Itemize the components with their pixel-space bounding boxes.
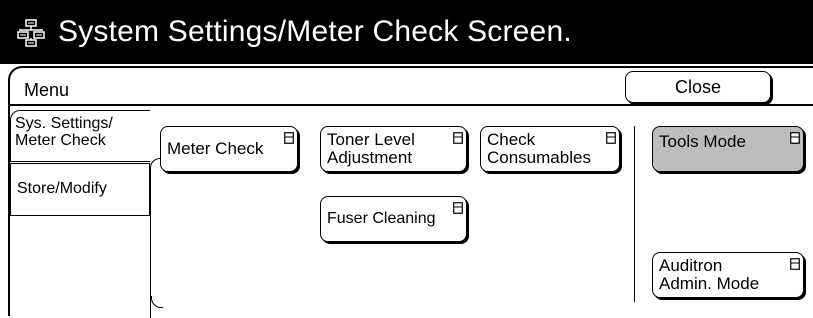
- submenu-tag-icon: [606, 132, 616, 144]
- column-divider: [634, 126, 635, 302]
- submenu-tag-icon: [790, 132, 800, 144]
- submenu-tag-icon: [453, 202, 463, 214]
- button-label: Check Consumables: [487, 130, 591, 167]
- tab-sys-settings-meter-check[interactable]: Sys. Settings/ Meter Check: [10, 110, 150, 162]
- button-label: Toner Level Adjustment: [327, 130, 415, 167]
- submenu-tag-icon: [790, 258, 800, 270]
- menu-divider: [10, 104, 813, 106]
- tools-mode-button[interactable]: Tools Mode: [652, 126, 804, 172]
- auditron-admin-mode-button[interactable]: Auditron Admin. Mode: [652, 252, 804, 298]
- printer-system-icon: [16, 17, 46, 47]
- fuser-cleaning-button[interactable]: Fuser Cleaning: [320, 196, 467, 242]
- meter-check-button[interactable]: Meter Check: [160, 126, 298, 172]
- tab-label: Sys. Settings/ Meter Check: [15, 115, 113, 149]
- button-label: Fuser Cleaning: [327, 210, 436, 227]
- content-frame: [150, 158, 170, 318]
- tab-label: Store/Modify: [17, 180, 107, 197]
- button-label: Meter Check: [167, 139, 264, 158]
- button-label: Tools Mode: [659, 132, 746, 151]
- check-consumables-button[interactable]: Check Consumables: [480, 126, 620, 172]
- submenu-tag-icon: [284, 132, 294, 144]
- toner-level-adjustment-button[interactable]: Toner Level Adjustment: [320, 126, 467, 172]
- submenu-tag-icon: [453, 132, 463, 144]
- tab-store-modify[interactable]: Store/Modify: [10, 163, 150, 216]
- close-button[interactable]: Close: [625, 71, 771, 103]
- button-label: Auditron Admin. Mode: [659, 256, 760, 293]
- title-bar: System Settings/Meter Check Screen.: [0, 0, 813, 64]
- window-title: System Settings/Meter Check Screen.: [58, 15, 572, 48]
- menu-label: Menu: [24, 80, 70, 100]
